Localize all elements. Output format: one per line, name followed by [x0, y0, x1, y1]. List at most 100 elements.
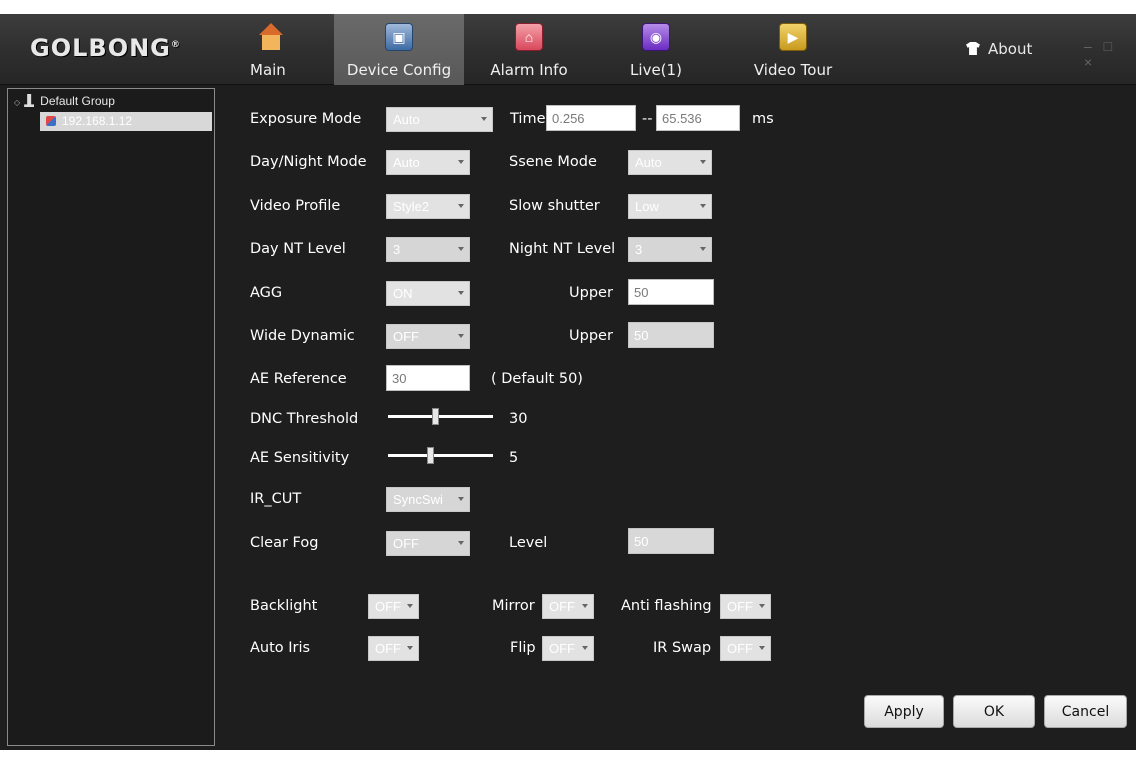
tree-item-device[interactable]: 192.168.1.12	[40, 112, 212, 131]
header-bar: GOLBONG® Main ▣ Device Config ⌂ Alarm In…	[0, 14, 1136, 85]
alarm-icon: ⌂	[515, 23, 543, 51]
tab-alarm-info-label: Alarm Info	[490, 61, 568, 79]
chevron-down-icon	[481, 117, 487, 121]
agg-label: AGG	[250, 285, 283, 301]
mirror-select[interactable]: OFF	[542, 594, 594, 619]
time-label: Time	[510, 111, 546, 127]
slider-track	[388, 415, 493, 418]
dnc-threshold-label: DNC Threshold	[250, 411, 359, 427]
about-button[interactable]: About	[966, 40, 1032, 58]
expand-arrow-icon[interactable]: ◇	[14, 98, 20, 107]
time-max-input[interactable]: 65.536	[656, 105, 740, 131]
dnc-threshold-value: 30	[509, 411, 528, 427]
dnc-threshold-slider[interactable]	[388, 408, 493, 425]
tab-video-tour-label: Video Tour	[753, 61, 833, 79]
wide-dynamic-label: Wide Dynamic	[250, 328, 355, 344]
auto-iris-label: Auto Iris	[250, 640, 311, 656]
tab-live[interactable]: ◉ Live(1)	[611, 14, 701, 85]
tab-live-label: Live(1)	[630, 61, 682, 79]
tab-main-label: Main	[250, 61, 286, 79]
chevron-down-icon	[458, 247, 464, 251]
ae-sensitivity-value: 5	[509, 450, 519, 466]
clear-fog-level-input[interactable]: 50	[628, 528, 714, 554]
chevron-down-icon	[407, 646, 413, 650]
slider-thumb[interactable]	[427, 447, 434, 464]
slow-shutter-select[interactable]: Low	[628, 194, 712, 219]
window-controls[interactable]: – □ ×	[1084, 38, 1136, 70]
mirror-label: Mirror	[492, 598, 535, 614]
video-profile-label: Video Profile	[250, 198, 341, 214]
app-window: GOLBONG® Main ▣ Device Config ⌂ Alarm In…	[0, 0, 1136, 765]
day-night-mode-select[interactable]: Auto	[386, 150, 470, 175]
ir-swap-select[interactable]: OFF	[720, 636, 771, 661]
wide-dynamic-upper-input[interactable]: 50	[628, 322, 714, 348]
scene-mode-label: Ssene Mode	[509, 154, 597, 170]
chevron-down-icon	[582, 646, 588, 650]
chevron-down-icon	[759, 604, 765, 608]
bottom-margin	[0, 750, 1136, 765]
exposure-mode-select[interactable]: Auto	[386, 107, 493, 132]
chevron-down-icon	[759, 646, 765, 650]
slider-thumb[interactable]	[432, 408, 439, 425]
chevron-down-icon	[582, 604, 588, 608]
chevron-down-icon	[407, 604, 413, 608]
chevron-down-icon	[700, 160, 706, 164]
cancel-button[interactable]: Cancel	[1044, 695, 1127, 728]
device-config-icon: ▣	[385, 23, 413, 51]
tab-device-config[interactable]: ▣ Device Config	[334, 14, 464, 85]
flip-label: Flip	[510, 640, 536, 656]
slow-shutter-label: Slow shutter	[509, 198, 600, 214]
tab-video-tour[interactable]: ▶ Video Tour	[738, 14, 848, 85]
ok-button[interactable]: OK	[953, 695, 1035, 728]
group-icon	[24, 94, 35, 107]
ae-sensitivity-label: AE Sensitivity	[250, 450, 350, 466]
tab-main[interactable]: Main	[236, 14, 306, 85]
shirt-icon	[966, 42, 980, 55]
backlight-label: Backlight	[250, 598, 318, 614]
tab-alarm-info[interactable]: ⌂ Alarm Info	[474, 14, 584, 85]
ir-swap-label: IR Swap	[653, 640, 712, 656]
clear-fog-select[interactable]: OFF	[386, 531, 470, 556]
backlight-select[interactable]: OFF	[368, 594, 419, 619]
tab-device-config-label: Device Config	[346, 61, 452, 79]
anti-flashing-label: Anti flashing	[621, 598, 712, 614]
flip-select[interactable]: OFF	[542, 636, 594, 661]
night-nt-level-label: Night NT Level	[509, 241, 616, 257]
chevron-down-icon	[458, 334, 464, 338]
clear-fog-label: Clear Fog	[250, 535, 319, 551]
agg-upper-input[interactable]: 50	[628, 279, 714, 305]
day-nt-level-select[interactable]: 3	[386, 237, 470, 262]
exposure-mode-label: Exposure Mode	[250, 111, 362, 127]
tree-group-default[interactable]: ◇ Default Group	[14, 94, 115, 108]
wide-dynamic-select[interactable]: OFF	[386, 324, 470, 349]
anti-flashing-select[interactable]: OFF	[720, 594, 771, 619]
chevron-down-icon	[458, 497, 464, 501]
time-min-input[interactable]: 0.256	[546, 105, 636, 131]
logo: GOLBONG®	[30, 34, 181, 62]
clear-fog-level-label: Level	[509, 535, 548, 551]
live-icon: ◉	[642, 23, 670, 51]
camera-device-icon	[46, 116, 56, 126]
ae-reference-input[interactable]: 30	[386, 365, 470, 391]
top-margin	[0, 0, 1136, 14]
agg-select[interactable]: ON	[386, 281, 470, 306]
auto-iris-select[interactable]: OFF	[368, 636, 419, 661]
wide-dynamic-upper-label: Upper	[569, 328, 613, 344]
ir-cut-select[interactable]: SyncSwi	[386, 487, 470, 512]
slider-track	[388, 454, 493, 457]
chevron-down-icon	[458, 204, 464, 208]
chevron-down-icon	[458, 160, 464, 164]
chevron-down-icon	[700, 247, 706, 251]
night-nt-level-select[interactable]: 3	[628, 237, 712, 262]
ae-sensitivity-slider[interactable]	[388, 447, 493, 464]
scene-mode-select[interactable]: Auto	[628, 150, 712, 175]
ir-cut-label: IR_CUT	[250, 491, 302, 507]
day-nt-level-label: Day NT Level	[250, 241, 346, 257]
time-unit: ms	[752, 111, 774, 127]
video-profile-select[interactable]: Style2	[386, 194, 470, 219]
time-separator: --	[642, 111, 653, 127]
ae-reference-label: AE Reference	[250, 371, 347, 387]
apply-button[interactable]: Apply	[864, 695, 944, 728]
house-icon	[257, 23, 285, 51]
agg-upper-label: Upper	[569, 285, 613, 301]
